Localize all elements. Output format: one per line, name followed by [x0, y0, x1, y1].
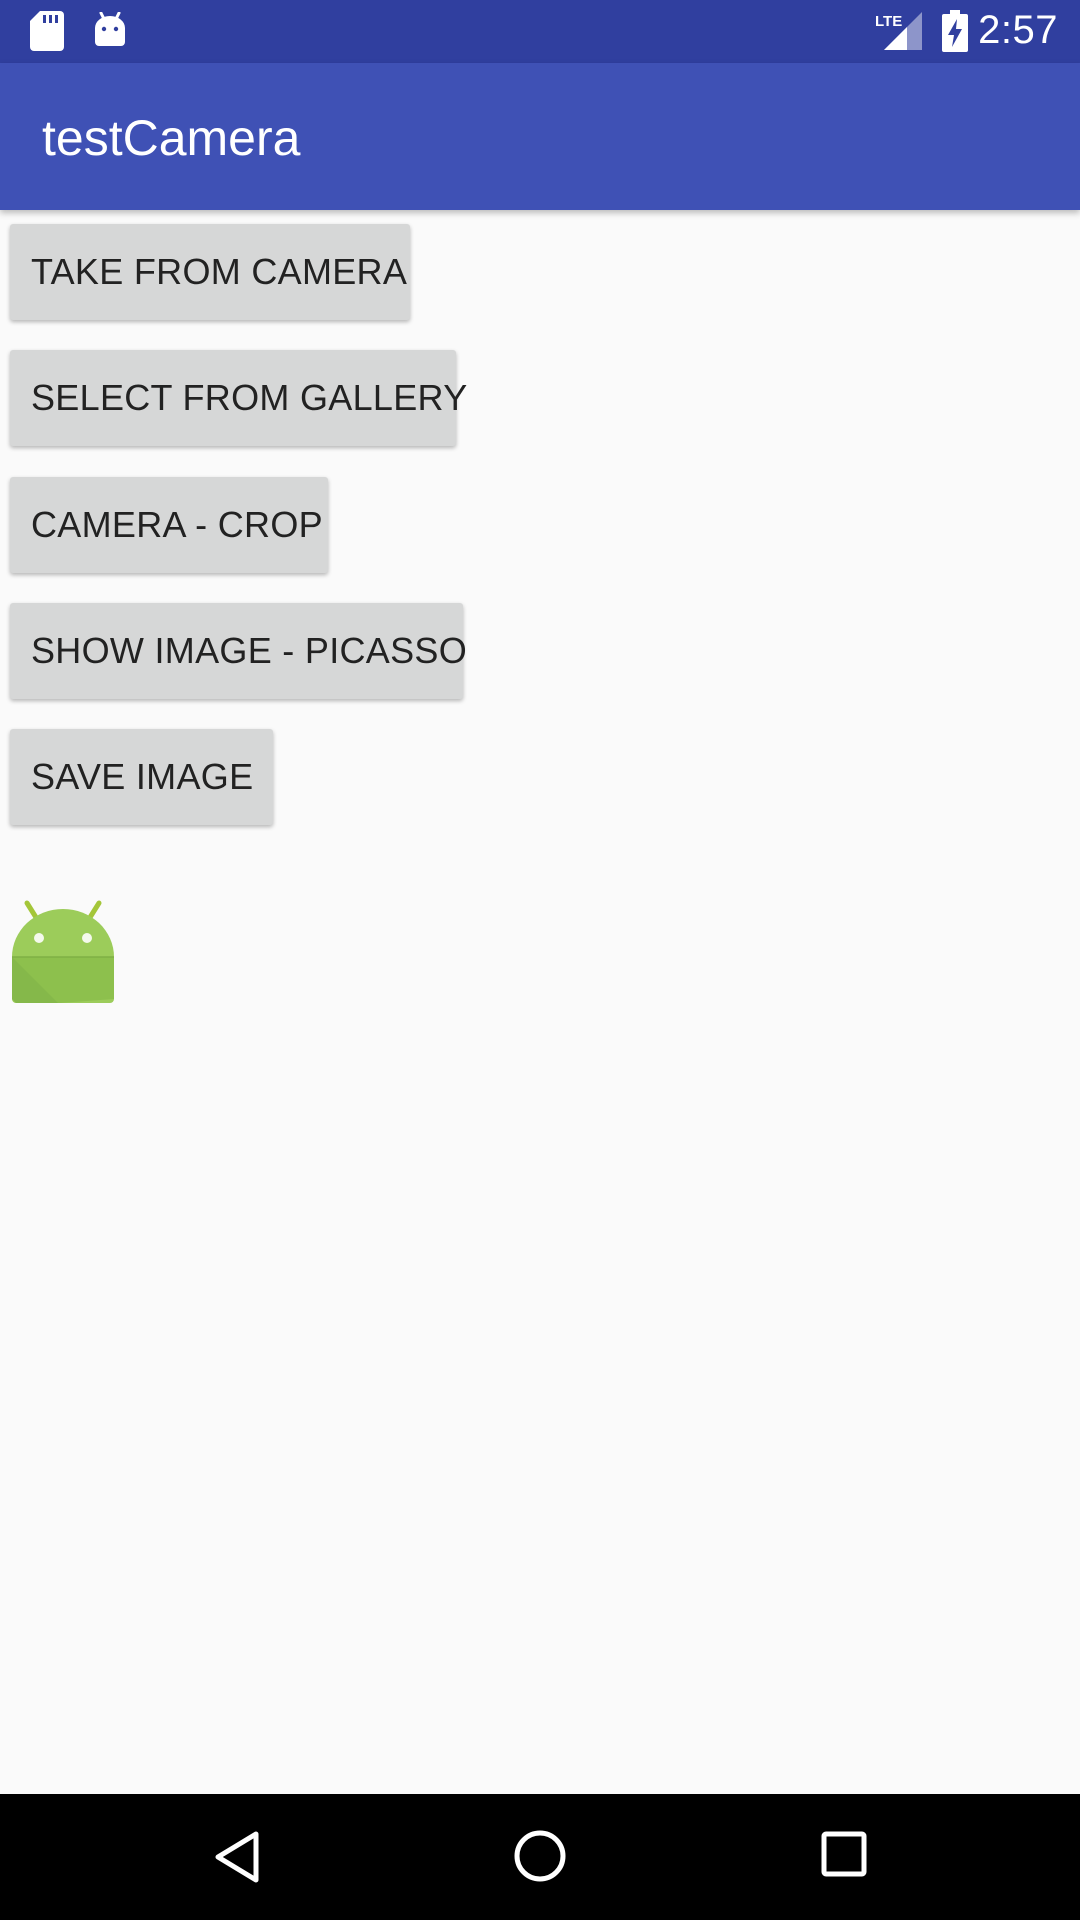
- status-bar: LTE 2:57: [0, 0, 1080, 63]
- status-time: 2:57: [978, 8, 1058, 52]
- take-from-camera-button[interactable]: TAKE FROM CAMERA: [10, 224, 410, 320]
- select-from-gallery-button[interactable]: SELECT FROM GALLERY: [10, 350, 467, 446]
- back-icon[interactable]: [212, 1830, 262, 1884]
- lte-label: LTE: [875, 13, 902, 30]
- android-launcher-icon: [12, 900, 114, 1003]
- save-image-button[interactable]: SAVE IMAGE: [10, 729, 273, 825]
- battery-charging-icon: [942, 10, 968, 52]
- navigation-bar: [0, 1794, 1080, 1920]
- android-notification-icon: [95, 12, 125, 46]
- app-title: testCamera: [42, 110, 301, 166]
- sd-card-icon: [30, 11, 64, 51]
- lte-signal-icon: LTE: [875, 12, 922, 50]
- recents-icon[interactable]: [820, 1830, 868, 1878]
- home-icon[interactable]: [512, 1828, 568, 1884]
- app-bar: testCamera: [0, 63, 1080, 210]
- show-image-picasso-button[interactable]: SHOW IMAGE - PICASSO: [10, 603, 467, 699]
- camera-crop-button[interactable]: CAMERA - CROP: [10, 477, 328, 573]
